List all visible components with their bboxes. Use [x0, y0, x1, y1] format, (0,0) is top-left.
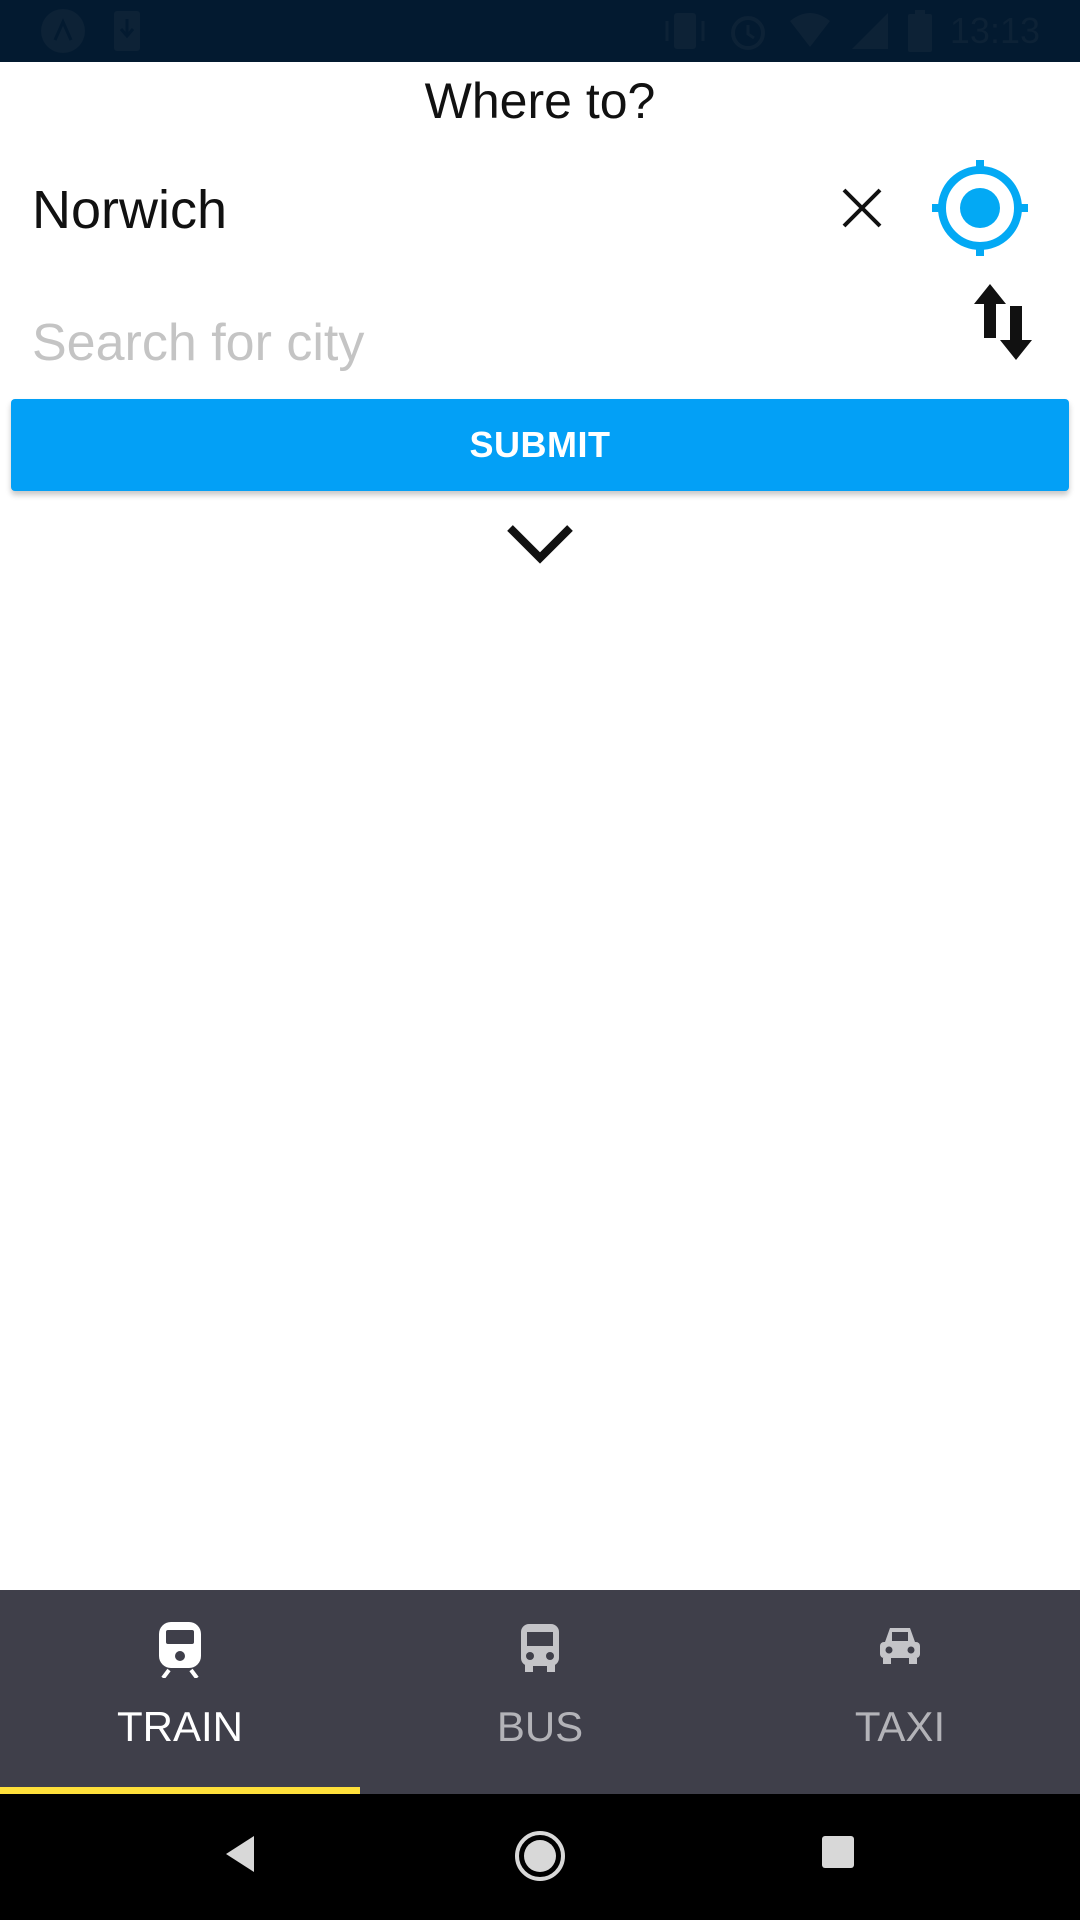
tab-taxi[interactable]: TAXI	[720, 1590, 1080, 1794]
bus-icon	[521, 1624, 559, 1672]
close-icon	[842, 188, 882, 228]
battery-icon	[907, 10, 932, 52]
tab-bus[interactable]: BUS	[360, 1590, 720, 1794]
destination-search-input[interactable]	[32, 306, 912, 380]
app-icon	[40, 8, 86, 54]
back-button[interactable]	[222, 1834, 258, 1879]
back-triangle-icon	[226, 1836, 254, 1872]
swap-direction-button[interactable]	[968, 280, 1038, 364]
wifi-icon	[788, 11, 832, 51]
clock-time: 13:13	[949, 10, 1040, 51]
download-icon	[112, 9, 142, 53]
tab-train[interactable]: TRAIN	[0, 1590, 360, 1794]
swap-arrows-icon	[974, 284, 1032, 360]
recent-apps-button[interactable]	[820, 1834, 856, 1875]
tab-train-label: TRAIN	[117, 1703, 243, 1750]
signal-icon	[850, 11, 890, 51]
chevron-down-icon	[507, 525, 573, 564]
transport-tab-bar: TRAIN BUS TAXI	[0, 1590, 1080, 1794]
origin-value[interactable]: Norwich	[32, 178, 227, 242]
tab-bus-label: BUS	[496, 1703, 584, 1750]
active-tab-indicator	[0, 1787, 360, 1794]
submit-button[interactable]: SUBMIT	[11, 399, 1069, 491]
vibrate-icon	[662, 9, 708, 53]
origin-field[interactable]: Norwich	[0, 160, 1080, 260]
recent-square-icon	[822, 1836, 854, 1868]
page-title: Where to?	[424, 73, 656, 129]
tab-taxi-label: TAXI	[854, 1703, 946, 1750]
current-location-button[interactable]	[928, 156, 1032, 260]
gps-target-icon	[932, 160, 1028, 256]
train-icon	[159, 1622, 201, 1678]
home-circle-icon	[515, 1831, 565, 1881]
expand-options-button[interactable]	[504, 520, 576, 568]
system-navigation-bar	[0, 1794, 1080, 1920]
status-bar: 13:13	[0, 0, 1080, 62]
car-icon	[880, 1628, 920, 1664]
home-button[interactable]	[514, 1830, 566, 1887]
clear-origin-button[interactable]	[832, 178, 892, 238]
alarm-icon	[726, 9, 770, 53]
